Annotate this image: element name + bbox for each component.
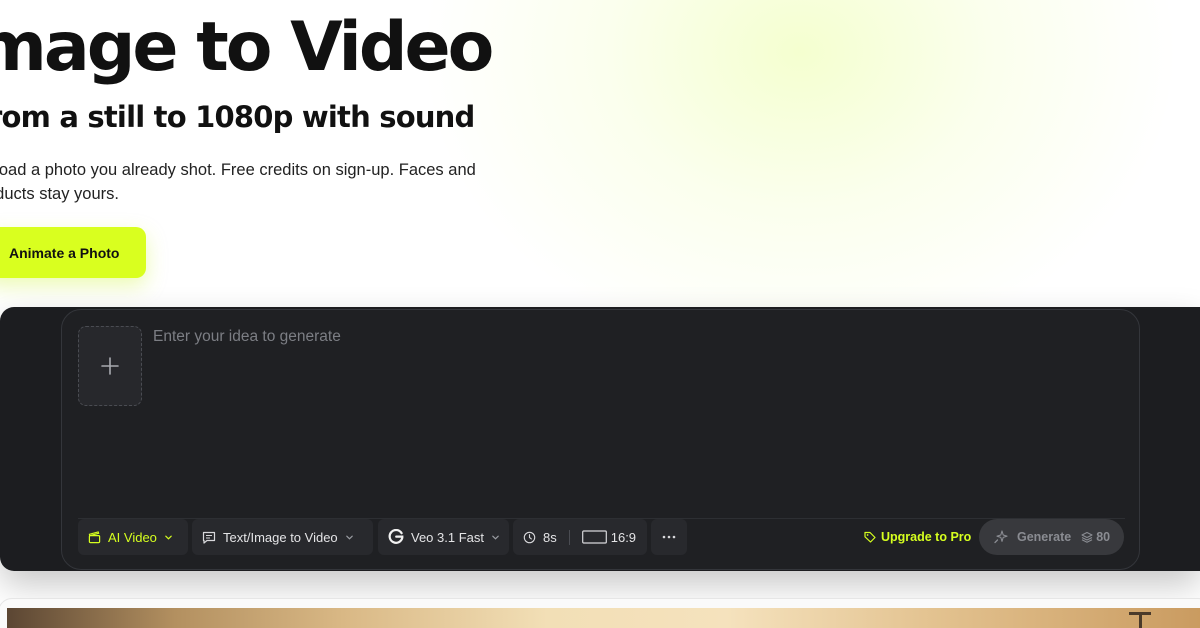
aspect-label: 16:9 xyxy=(610,529,637,545)
more-horizontal-icon xyxy=(662,535,676,539)
more-options-button[interactable] xyxy=(651,519,687,555)
clock-icon xyxy=(523,531,536,543)
page-title: mage to Video xyxy=(0,8,494,87)
divider xyxy=(568,529,570,545)
duration-aspect-selector[interactable]: 8s 16:9 xyxy=(513,519,647,555)
mode-dropdown[interactable]: Text/Image to Video xyxy=(192,519,373,555)
layers-icon xyxy=(1081,531,1093,543)
example-video-card[interactable] xyxy=(0,598,1200,628)
generator-toolbar: AI Video Text/Image to Video Veo 3.1 Fas… xyxy=(78,518,1125,555)
generate-button[interactable]: Generate 80 xyxy=(979,519,1124,555)
chevron-down-icon xyxy=(345,535,353,540)
animate-photo-button[interactable]: Animate a Photo xyxy=(0,227,146,278)
chevron-down-icon xyxy=(492,535,499,540)
credit-cost: 80 xyxy=(1096,530,1111,544)
clapperboard-icon xyxy=(88,530,101,543)
model-dropdown[interactable]: Veo 3.1 Fast xyxy=(378,519,509,555)
page-subtitle: rom a still to 1080p with sound xyxy=(0,100,475,134)
aspect-ratio-icon xyxy=(581,530,607,544)
model-label: Veo 3.1 Fast xyxy=(411,529,484,545)
upgrade-label: Upgrade to Pro xyxy=(881,530,972,544)
prompt-input[interactable] xyxy=(153,328,1113,508)
category-label: AI Video xyxy=(108,529,157,545)
chat-icon xyxy=(202,531,216,544)
chevron-down-icon xyxy=(165,535,172,540)
upgrade-link[interactable]: Upgrade to Pro xyxy=(864,519,971,555)
category-dropdown[interactable]: AI Video xyxy=(78,519,188,555)
background-glow xyxy=(420,0,1180,360)
google-g-icon xyxy=(388,529,404,544)
mode-label: Text/Image to Video xyxy=(223,529,338,545)
upload-image-button[interactable] xyxy=(78,326,142,406)
generator-panel: AI Video Text/Image to Video Veo 3.1 Fas… xyxy=(61,309,1140,570)
plus-icon xyxy=(101,357,119,375)
example-video-thumbnail xyxy=(7,608,1200,628)
duration-label: 8s xyxy=(543,529,557,545)
hero-description: pload a photo you already shot. Free cre… xyxy=(0,161,476,203)
generate-label: Generate xyxy=(1017,530,1072,544)
sparkles-icon xyxy=(994,530,1008,544)
tag-icon xyxy=(864,531,876,543)
